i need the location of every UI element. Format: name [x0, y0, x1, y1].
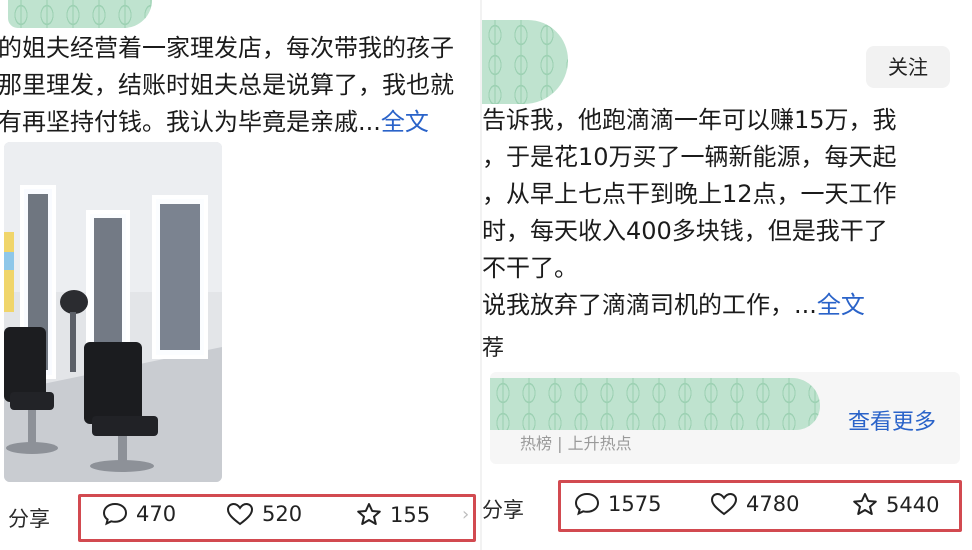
- share-label[interactable]: 分享: [8, 503, 50, 533]
- read-more-link[interactable]: 全文: [817, 291, 865, 319]
- comment-button[interactable]: 1575: [574, 492, 661, 516]
- post-text-line: 那里理发，结账时姐夫总是说算了，我也就: [0, 71, 454, 99]
- heart-icon: [226, 502, 254, 526]
- comment-icon: [574, 492, 600, 516]
- barber-salon-photo: [4, 142, 222, 482]
- chevron-right-icon: ›: [462, 504, 470, 525]
- post-text-line: ，从早上七点干到晚上12点，一天工作: [482, 180, 897, 208]
- post-photo[interactable]: [4, 142, 222, 482]
- comment-icon: [102, 502, 128, 526]
- like-count: 4780: [746, 492, 800, 516]
- share-label[interactable]: 分享: [482, 494, 524, 524]
- star-icon: [853, 493, 877, 515]
- blurred-hot-title: [490, 378, 820, 430]
- post-text-line: 告诉我，他跑滴滴一年可以赚15万，我: [482, 106, 897, 134]
- read-more-link[interactable]: 全文: [381, 108, 429, 136]
- post-text-line: 说我放弃了滴滴司机的工作，...全文: [482, 291, 865, 319]
- comment-count: 470: [136, 502, 177, 526]
- post-text-line: 有再坚持付钱。我认为毕竟是亲戚...全文: [0, 108, 429, 136]
- see-more-link[interactable]: 查看更多: [848, 404, 936, 436]
- recommend-label: 荐: [482, 336, 505, 361]
- like-button[interactable]: 520: [226, 502, 302, 526]
- favorite-count: 155: [390, 502, 431, 527]
- post-text-line: ，于是花10万买了一辆新能源，每天起: [482, 143, 897, 171]
- follow-button[interactable]: 关注: [866, 46, 950, 88]
- post-text-line: 时，每天收入400多块钱，但是我干了: [482, 217, 888, 245]
- post-text-line: 不干了。: [482, 254, 578, 282]
- like-count: 520: [262, 502, 303, 526]
- blurred-avatar: [482, 20, 568, 104]
- right-post-panel: 关注 告诉我，他跑滴滴一年可以赚15万，我 ，于是花10万买了一辆新能源，每天起…: [482, 0, 972, 550]
- favorite-button[interactable]: 155: [356, 502, 430, 527]
- like-button[interactable]: 4780: [710, 492, 799, 516]
- comment-button[interactable]: 470: [102, 502, 176, 526]
- hot-topic-subtitle: 热榜 | 上升热点: [520, 434, 632, 453]
- post-body-text[interactable]: 的姐夫经营着一家理发店，每次带我的孩子 那里理发，结账时姐夫总是说算了，我也就 …: [0, 30, 454, 141]
- post-text-line: 的姐夫经营着一家理发店，每次带我的孩子: [0, 34, 454, 62]
- hot-topic-card[interactable]: 热榜 | 上升热点 查看更多: [490, 372, 960, 464]
- comment-count: 1575: [608, 492, 662, 516]
- star-icon: [357, 503, 381, 525]
- heart-icon: [710, 492, 738, 516]
- left-post-panel: 的姐夫经营着一家理发店，每次带我的孩子 那里理发，结账时姐夫总是说算了，我也就 …: [0, 0, 482, 550]
- post-body-text[interactable]: 告诉我，他跑滴滴一年可以赚15万，我 ，于是花10万买了一辆新能源，每天起 ，从…: [482, 102, 897, 324]
- blurred-avatar: [8, 0, 152, 28]
- favorite-count: 5440: [886, 492, 940, 517]
- favorite-button[interactable]: 5440: [852, 492, 939, 517]
